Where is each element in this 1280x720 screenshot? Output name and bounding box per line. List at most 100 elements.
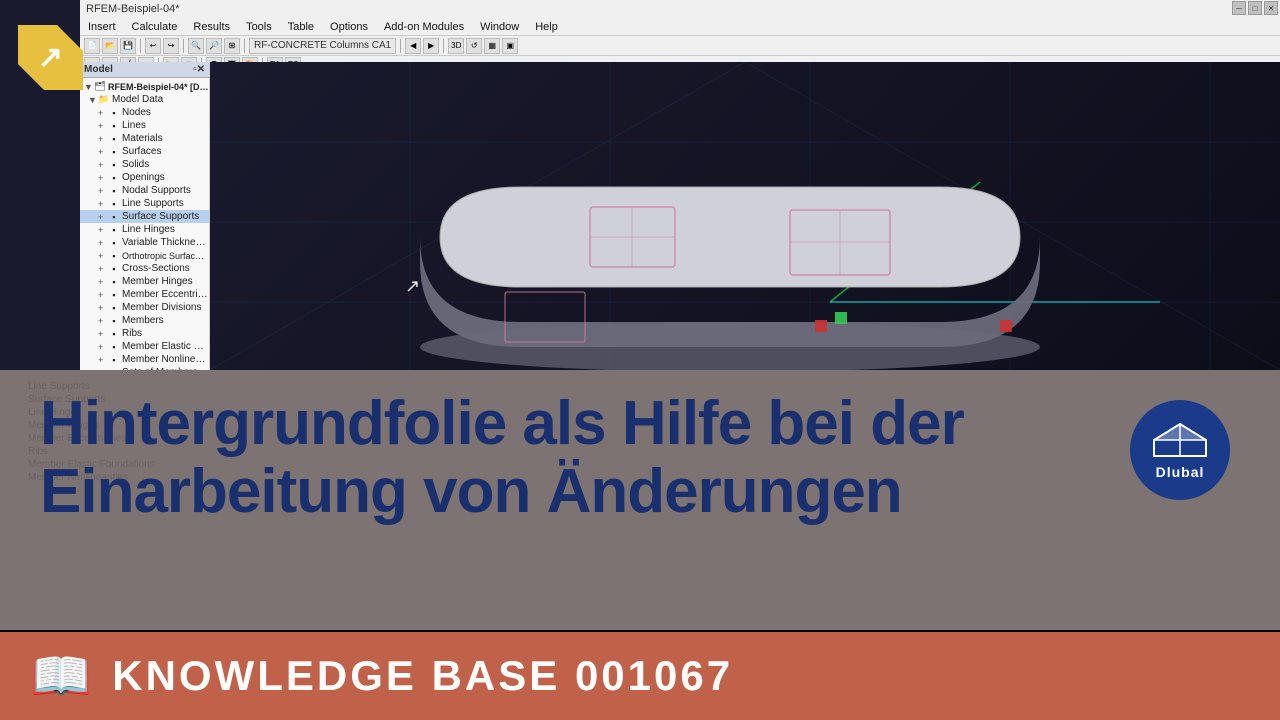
tb-undo[interactable]: ↩ — [145, 38, 161, 54]
tree-label-variable-thick: Variable Thicknesses — [122, 237, 209, 248]
tree-label-surfaces: Surfaces — [122, 146, 161, 157]
menu-options[interactable]: Options — [322, 18, 376, 35]
tree-cross-sections[interactable]: + ▪ Cross-Sections — [80, 262, 209, 275]
tree-surfaces[interactable]: + ▪ Surfaces — [80, 145, 209, 158]
tree-label-cross-sections: Cross-Sections — [122, 263, 190, 274]
bottom-bar: 📖 KNOWLEDGE BASE 001067 — [0, 632, 1280, 720]
tree-member-nonlin[interactable]: + ▪ Member Nonlinearities — [80, 353, 209, 366]
menu-addon-modules[interactable]: Add-on Modules — [376, 18, 472, 35]
tree-members[interactable]: + ▪ Members — [80, 314, 209, 327]
menu-window[interactable]: Window — [472, 18, 527, 35]
rfem-viewport-area: RFEM-Beispiel-04* ─ □ ✕ Insert Calculate… — [0, 0, 1280, 370]
tb-fit[interactable]: ⊞ — [224, 38, 240, 54]
tree-label-ribs: Ribs — [122, 328, 142, 339]
tb-redo[interactable]: ↪ — [163, 38, 179, 54]
maximize-button[interactable]: □ — [1248, 1, 1262, 15]
dlubal-logo-svg — [1152, 422, 1208, 458]
title-line2: Einarbeitung von Änderungen — [40, 457, 902, 526]
tree-materials[interactable]: + ▪ Materials — [80, 132, 209, 145]
tree-icon-model: 📁 — [98, 94, 110, 106]
tb-open[interactable]: 📂 — [102, 38, 118, 54]
tb-zoom-in[interactable]: 🔍 — [188, 38, 204, 54]
menu-help[interactable]: Help — [527, 18, 566, 35]
tree-label-members: Members — [122, 315, 164, 326]
tb-prev[interactable]: ◀ — [405, 38, 421, 54]
tree-label-member-elastic: Member Elastic Foundations — [122, 341, 209, 352]
main-title: Hintergrundfolie als Hilfe bei der Einar… — [40, 390, 1180, 526]
tree-member-elastic[interactable]: + ▪ Member Elastic Foundations — [80, 340, 209, 353]
tree-label-line-supports: Line Supports — [122, 198, 184, 209]
tb-rotate[interactable]: ↺ — [466, 38, 482, 54]
window-title-bar: RFEM-Beispiel-04* ─ □ ✕ — [80, 0, 1280, 18]
menu-calculate[interactable]: Calculate — [124, 18, 186, 35]
tree-label-nodes: Nodes — [122, 107, 151, 118]
tree-label-surface-supports: Surface Supports — [122, 211, 199, 222]
tree-surface-supports[interactable]: + ▪ Surface Supports — [80, 210, 209, 223]
rf-concrete-label[interactable]: RF-CONCRETE Columns CA1 — [249, 38, 396, 54]
tree-ribs[interactable]: + ▪ Ribs — [80, 327, 209, 340]
tb-3d[interactable]: 3D — [448, 38, 464, 54]
tb-view2[interactable]: ▣ — [502, 38, 518, 54]
tree-label-member-nonlin: Member Nonlinearities — [122, 354, 209, 365]
panel-controls[interactable]: ▫✕ — [193, 64, 205, 75]
menu-table[interactable]: Table — [280, 18, 322, 35]
tree-openings[interactable]: + ▪ Openings — [80, 171, 209, 184]
tree-lines[interactable]: + ▪ Lines — [80, 119, 209, 132]
tree-member-eccentricities[interactable]: + ▪ Member Eccentricities — [80, 288, 209, 301]
tb-sep5 — [443, 39, 444, 53]
tree-label-model-data: Model Data — [112, 94, 163, 105]
tree-line-hinges[interactable]: + ▪ Line Hinges — [80, 223, 209, 236]
tb-new[interactable]: 📄 — [84, 38, 100, 54]
menu-results[interactable]: Results — [185, 18, 238, 35]
tree-line-supports[interactable]: + ▪ Line Supports — [80, 197, 209, 210]
menu-tools[interactable]: Tools — [238, 18, 280, 35]
tree-root-item[interactable]: ▼ 🗂 RFEM-Beispiel-04* [Dlubal Examples] — [80, 80, 209, 93]
tb-save[interactable]: 💾 — [120, 38, 136, 54]
tb-sep1 — [140, 39, 141, 53]
tb-view1[interactable]: ▦ — [484, 38, 500, 54]
tree-label-member-eccent: Member Eccentricities — [122, 289, 209, 300]
dlubal-logo-icon — [1150, 420, 1210, 460]
book-icon: 📖 — [30, 651, 92, 701]
tree-label-solids: Solids — [122, 159, 149, 170]
tree-label-member-div: Member Divisions — [122, 302, 201, 313]
menu-insert[interactable]: Insert — [80, 18, 124, 35]
tb-sep2 — [183, 39, 184, 53]
tree-root-label: RFEM-Beispiel-04* [Dlubal Examples] — [108, 82, 209, 92]
tree-orthotropic[interactable]: + ▪ Orthotropic Surfaces and Membranes — [80, 249, 209, 262]
tree-label-member-hinges: Member Hinges — [122, 276, 193, 287]
tree-member-divisions[interactable]: + ▪ Member Divisions — [80, 301, 209, 314]
tree-label-line-hinges: Line Hinges — [122, 224, 175, 235]
tree-label-materials: Materials — [122, 133, 163, 144]
tb-next[interactable]: ▶ — [423, 38, 439, 54]
3d-viewport[interactable]: ↗ — [210, 62, 1280, 370]
tree-variable-thicknesses[interactable]: + ▪ Variable Thicknesses — [80, 236, 209, 249]
window-title: RFEM-Beispiel-04* — [86, 3, 180, 15]
menu-bar: Insert Calculate Results Tools Table Opt… — [80, 18, 1280, 36]
panel-title: Model — [84, 64, 113, 75]
close-button[interactable]: ✕ — [1264, 1, 1278, 15]
tree-label-lines: Lines — [122, 120, 146, 131]
panel-header: Model ▫✕ — [80, 62, 209, 78]
tree-member-hinges[interactable]: + ▪ Member Hinges — [80, 275, 209, 288]
svg-text:↗: ↗ — [405, 276, 420, 296]
3d-scene-svg: ↗ — [210, 62, 1280, 370]
lower-section: Line Supports Surface Supports Line Hing… — [0, 370, 1280, 720]
project-tree-panel: Model ▫✕ ▼ 🗂 RFEM-Beispiel-04* [Dlubal E… — [80, 62, 210, 370]
tree-nodes[interactable]: + ▪ Nodes — [80, 106, 209, 119]
window-controls[interactable]: ─ □ ✕ — [1232, 1, 1278, 15]
tree-icon-project: 🗂 — [94, 81, 106, 93]
tree-solids[interactable]: + ▪ Solids — [80, 158, 209, 171]
dlubal-logo-text: Dlubal — [1156, 464, 1205, 480]
dlubal-logo: Dlubal — [1130, 400, 1230, 500]
tb-zoom-out[interactable]: 🔎 — [206, 38, 222, 54]
toolbar-1: 📄 📂 💾 ↩ ↪ 🔍 🔎 ⊞ RF-CONCRETE Columns CA1 … — [80, 36, 1280, 56]
minimize-button[interactable]: ─ — [1232, 1, 1246, 15]
tb-sep3 — [244, 39, 245, 53]
tree-nodal-supports[interactable]: + ▪ Nodal Supports — [80, 184, 209, 197]
tree-model-data[interactable]: ▼ 📁 Model Data — [80, 93, 209, 106]
tree-root: ▼ 🗂 RFEM-Beispiel-04* [Dlubal Examples] … — [80, 78, 209, 370]
tree-expand-root: ▼ — [84, 82, 94, 92]
title-overlay: Hintergrundfolie als Hilfe bei der Einar… — [40, 390, 1180, 526]
tree-label-orthotropic: Orthotropic Surfaces and Membranes — [122, 251, 209, 261]
